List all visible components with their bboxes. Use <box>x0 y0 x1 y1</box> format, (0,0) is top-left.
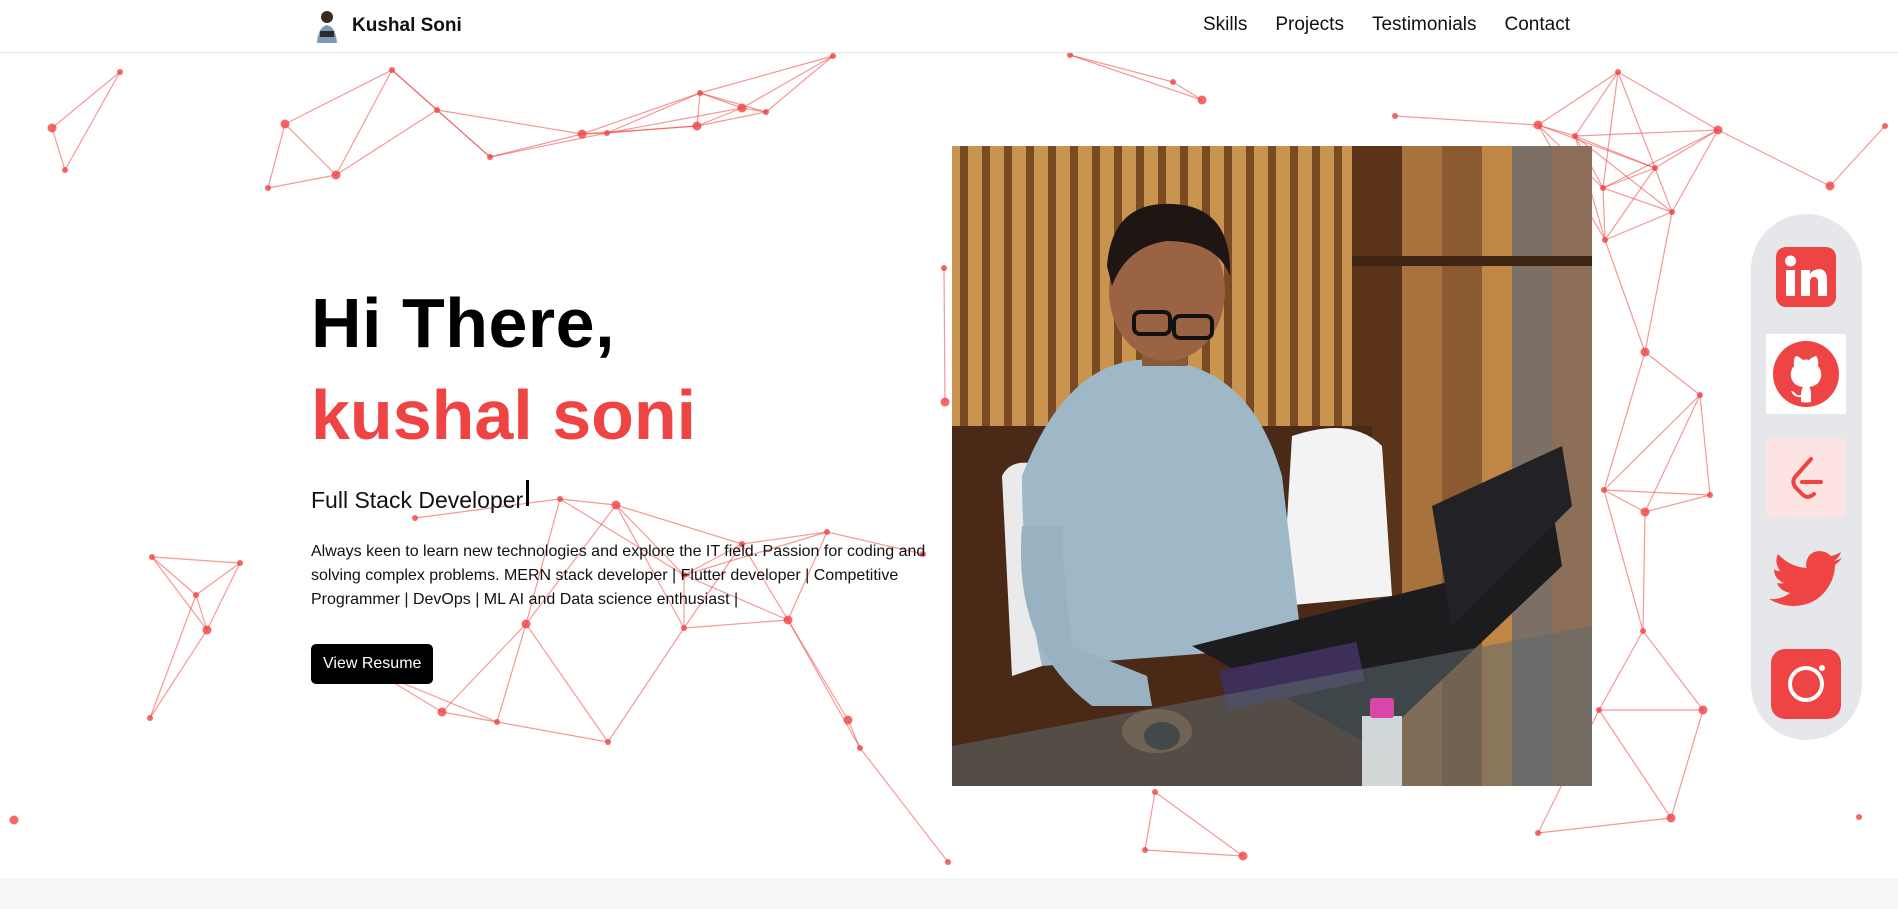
particle-network-background <box>9 52 1888 865</box>
linkedin-link[interactable] <box>1766 237 1846 317</box>
profile-photo <box>952 146 1592 786</box>
hero-greeting: Hi There, <box>311 284 616 362</box>
hero-name: kushal soni <box>311 376 697 454</box>
hero-bio: Always keen to learn new technologies an… <box>311 543 926 608</box>
view-resume-button[interactable]: View Resume <box>311 644 434 684</box>
twitter-link[interactable] <box>1766 542 1846 622</box>
instagram-icon <box>1771 649 1841 719</box>
leetcode-icon <box>1791 457 1823 499</box>
twitter-icon <box>1769 551 1842 606</box>
nav-contact[interactable]: Contact <box>1505 14 1570 36</box>
nav-skills[interactable]: Skills <box>1203 14 1247 36</box>
brand-logo[interactable]: Kushal Soni <box>312 8 462 44</box>
hero-intro: Hi There, kushal soni Full Stack Develop… <box>311 280 931 684</box>
brand-name: Kushal Soni <box>352 15 462 36</box>
linkedin-icon <box>1776 247 1836 307</box>
hero-role: Full Stack Developer <box>311 487 524 513</box>
social-links-bar <box>1751 214 1862 740</box>
github-link[interactable] <box>1766 334 1846 414</box>
leetcode-link[interactable] <box>1766 438 1846 518</box>
instagram-link[interactable] <box>1766 644 1846 724</box>
nav-testimonials[interactable]: Testimonials <box>1372 14 1477 36</box>
nav-projects[interactable]: Projects <box>1275 14 1344 36</box>
typing-cursor <box>526 480 530 506</box>
next-section-strip <box>0 878 1898 909</box>
main-nav: Skills Projects Testimonials Contact <box>1203 0 1570 50</box>
site-header: Kushal Soni Skills Projects Testimonials… <box>0 0 1898 53</box>
hero-role-line: Full Stack Developer <box>311 480 931 514</box>
brand-avatar <box>312 9 342 43</box>
github-icon <box>1773 341 1839 407</box>
